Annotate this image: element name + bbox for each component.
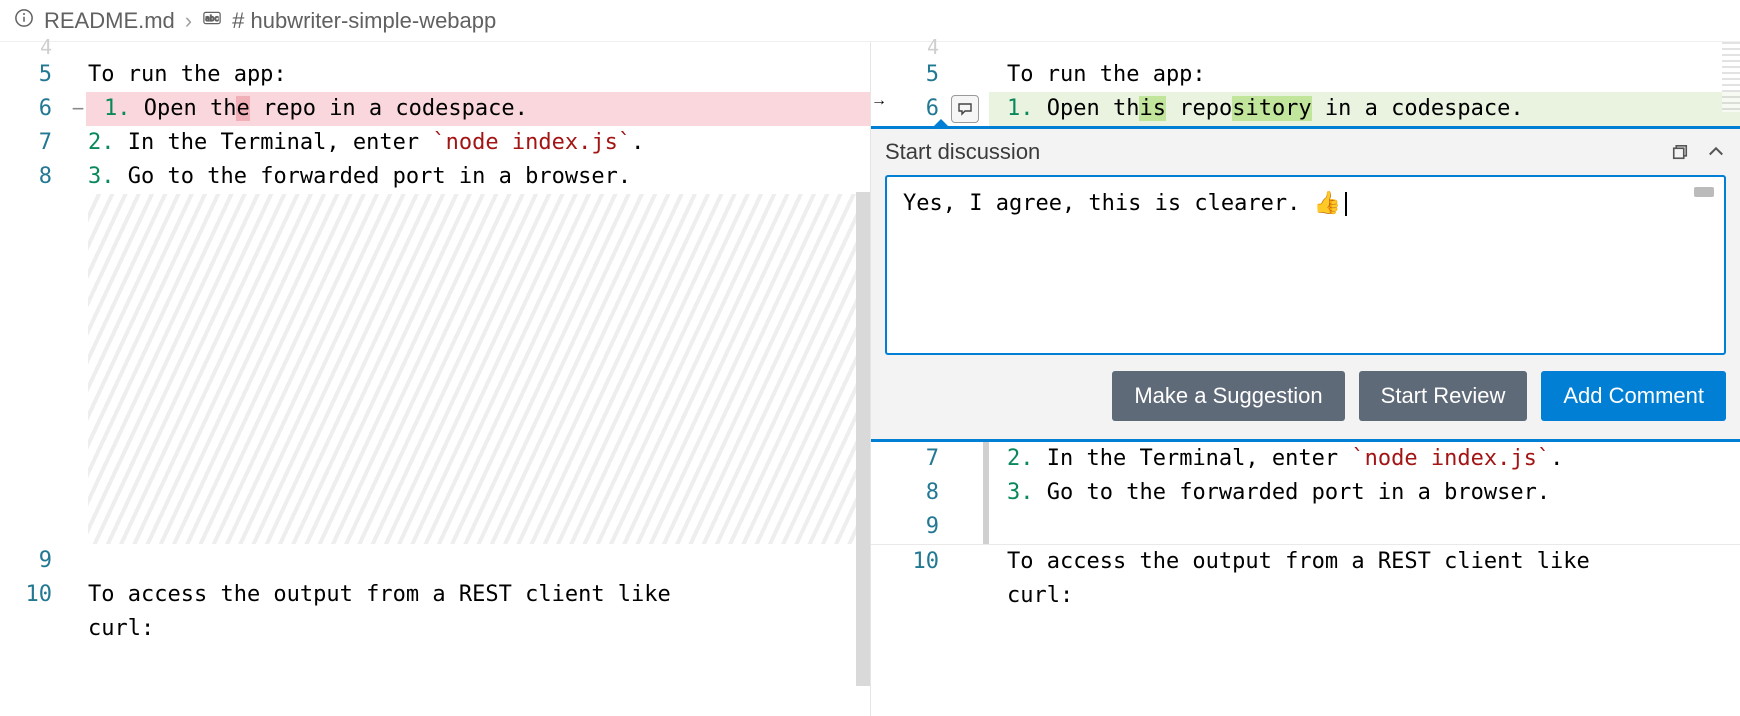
code-text: To access the output from a REST client … (989, 545, 1740, 579)
code-line[interactable]: 4 (871, 42, 1740, 58)
restore-icon[interactable] (1670, 142, 1690, 162)
code-line[interactable]: 5 To run the app: (0, 58, 870, 92)
text-cursor (1345, 192, 1347, 216)
start-review-button[interactable]: Start Review (1359, 371, 1528, 421)
breadcrumb: README.md › abc # hubwriter-simple-webap… (0, 0, 1740, 42)
svg-text:abc: abc (205, 14, 219, 23)
deletion-marker-icon: − (70, 92, 86, 126)
make-suggestion-button[interactable]: Make a Suggestion (1112, 371, 1344, 421)
discussion-pointer-icon (931, 119, 951, 129)
code-line[interactable]: 7 2. In the Terminal, enter `node index.… (0, 126, 870, 160)
line-number: 5 (0, 58, 70, 92)
code-line[interactable]: curl: (0, 612, 870, 646)
code-text: 3. Go to the forwarded port in a browser… (70, 160, 870, 194)
code-line[interactable]: 5 To run the app: (871, 58, 1740, 92)
code-line[interactable]: 8 3. Go to the forwarded port in a brows… (871, 476, 1740, 510)
code-line[interactable]: 8 3. Go to the forwarded port in a brows… (0, 160, 870, 194)
code-text: 1. Open this repository in a codespace. (989, 92, 1740, 126)
line-number: 4 (899, 42, 947, 58)
line-number: 9 (0, 544, 70, 578)
line-number: 10 (899, 545, 947, 579)
scrollbar[interactable] (856, 192, 870, 686)
code-line[interactable]: 10 To access the output from a REST clie… (871, 545, 1740, 579)
code-line-added[interactable]: → 6 1. Open this repository in a codespa… (871, 92, 1740, 126)
breadcrumb-symbol[interactable]: # hubwriter-simple-webapp (232, 8, 496, 34)
line-number: 8 (0, 160, 70, 194)
chevron-up-icon[interactable] (1706, 142, 1726, 162)
chevron-right-icon: › (185, 8, 192, 34)
diff-arrow-icon: → (871, 92, 899, 126)
line-number: 9 (899, 510, 947, 544)
breadcrumb-file[interactable]: README.md (44, 8, 175, 34)
code-text: curl: (989, 579, 1740, 613)
line-number: 6 (0, 92, 70, 126)
code-line[interactable]: 10 To access the output from a REST clie… (0, 578, 870, 612)
line-number: 4 (0, 42, 70, 58)
code-line[interactable]: 9 (871, 510, 1740, 544)
line-number (0, 612, 70, 646)
line-number: 7 (0, 126, 70, 160)
code-text: To run the app: (989, 58, 1740, 92)
code-text (70, 544, 870, 578)
minimap[interactable] (1722, 42, 1740, 112)
diff-original-pane: 4 5 To run the app: 6 − 1. Open the repo… (0, 42, 870, 716)
add-comment-button[interactable]: Add Comment (1541, 371, 1726, 421)
code-line[interactable]: 9 (0, 544, 870, 578)
code-text (989, 510, 1740, 544)
code-line[interactable]: curl: (871, 579, 1740, 613)
code-text: 2. In the Terminal, enter `node index.js… (989, 442, 1740, 476)
code-text: 3. Go to the forwarded port in a browser… (989, 476, 1740, 510)
line-number: 5 (899, 58, 947, 92)
discussion-input[interactable]: Yes, I agree, this is clearer. 👍 (885, 175, 1726, 355)
line-number: 8 (899, 476, 947, 510)
scrollbar[interactable] (1694, 187, 1714, 197)
line-number (899, 579, 947, 613)
code-text: To access the output from a REST client … (70, 578, 870, 612)
symbol-string-icon: abc (202, 8, 222, 34)
discussion-panel: Start discussion Yes, I agree, this is c… (871, 126, 1740, 442)
code-text: To run the app: (70, 58, 870, 92)
line-number: 10 (0, 578, 70, 612)
comment-icon[interactable] (951, 95, 979, 123)
line-number: 7 (899, 442, 947, 476)
info-icon (14, 8, 34, 34)
discussion-title: Start discussion (885, 139, 1654, 165)
code-text: 1. Open the repo in a codespace. (86, 92, 870, 126)
code-text: curl: (70, 612, 870, 646)
code-line[interactable]: 7 2. In the Terminal, enter `node index.… (871, 442, 1740, 476)
diff-modified-pane: 4 5 To run the app: → 6 (870, 42, 1740, 716)
code-line-deleted[interactable]: 6 − 1. Open the repo in a codespace. (0, 92, 870, 126)
diff-filler-region (88, 194, 870, 544)
code-text: 2. In the Terminal, enter `node index.js… (70, 126, 870, 160)
